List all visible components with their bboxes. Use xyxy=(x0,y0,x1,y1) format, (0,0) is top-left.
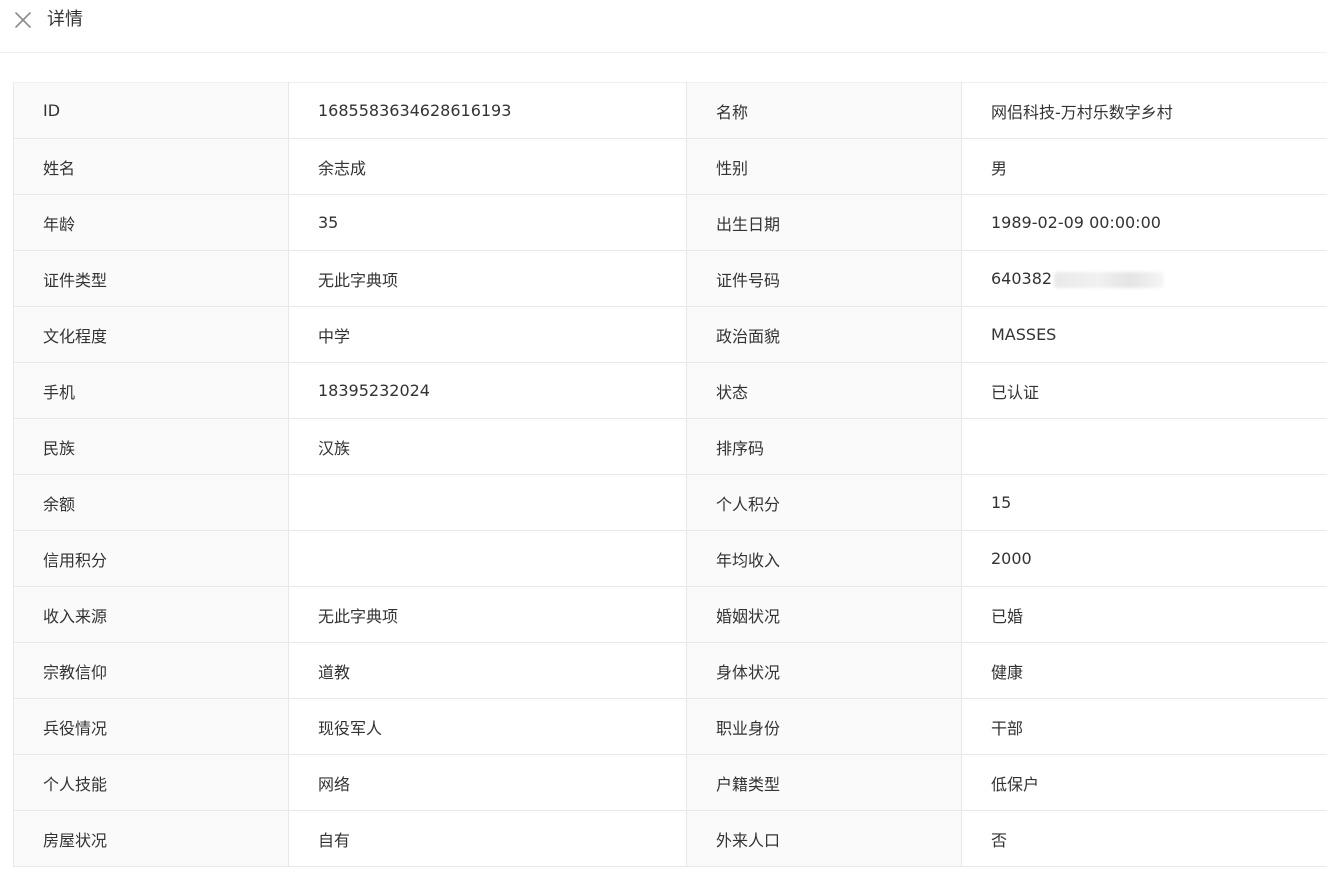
detail-content: ID 1685583634628616193 名称 网侣科技-万村乐数字乡村 姓… xyxy=(13,82,1327,867)
field-value: 已认证 xyxy=(961,362,1327,419)
field-value: 网侣科技-万村乐数字乡村 xyxy=(961,82,1327,139)
table-row: 宗教信仰 道教 身体状况 健康 xyxy=(13,642,1327,699)
field-label: 婚姻状况 xyxy=(686,586,962,643)
field-value: 否 xyxy=(961,810,1327,867)
field-value: 现役军人 xyxy=(288,698,687,755)
field-label: 证件号码 xyxy=(686,250,962,307)
field-label: 职业身份 xyxy=(686,698,962,755)
field-value: 中学 xyxy=(288,306,687,363)
masked-redaction xyxy=(1054,271,1165,288)
field-value: 2000 xyxy=(961,530,1327,587)
field-value xyxy=(288,530,687,587)
table-row: 手机 18395232024 状态 已认证 xyxy=(13,362,1327,419)
table-row: 个人技能 网络 户籍类型 低保户 xyxy=(13,754,1327,811)
field-label: 文化程度 xyxy=(13,306,289,363)
field-label: 户籍类型 xyxy=(686,754,962,811)
field-label: 证件类型 xyxy=(13,250,289,307)
field-value: 干部 xyxy=(961,698,1327,755)
field-value: 低保户 xyxy=(961,754,1327,811)
detail-drawer: 详情 ID 1685583634628616193 名称 网侣科技-万村乐数字乡… xyxy=(0,0,1327,869)
table-row: 房屋状况 自有 外来人口 否 xyxy=(13,810,1327,867)
field-label: 个人积分 xyxy=(686,474,962,531)
field-value: 网络 xyxy=(288,754,687,811)
drawer-header: 详情 xyxy=(0,0,1327,53)
field-label: ID xyxy=(13,82,289,139)
field-label: 手机 xyxy=(13,362,289,419)
field-label: 性别 xyxy=(686,138,962,195)
table-row: 证件类型 无此字典项 证件号码 640382 xyxy=(13,250,1327,307)
field-value: 18395232024 xyxy=(288,362,687,419)
field-label: 收入来源 xyxy=(13,586,289,643)
field-value: 15 xyxy=(961,474,1327,531)
field-label: 外来人口 xyxy=(686,810,962,867)
field-label: 信用积分 xyxy=(13,530,289,587)
field-value xyxy=(961,418,1327,475)
table-row: 民族 汉族 排序码 xyxy=(13,418,1327,475)
field-value xyxy=(288,474,687,531)
field-value: 健康 xyxy=(961,642,1327,699)
close-icon[interactable] xyxy=(14,11,32,29)
field-value: 自有 xyxy=(288,810,687,867)
id-number-value: 640382 xyxy=(961,250,1327,307)
field-label: 政治面貌 xyxy=(686,306,962,363)
table-row: 年龄 35 出生日期 1989-02-09 00:00:00 xyxy=(13,194,1327,251)
field-value: 男 xyxy=(961,138,1327,195)
drawer-title: 详情 xyxy=(47,9,83,30)
id-number-visible: 640382 xyxy=(991,269,1053,288)
field-value: 35 xyxy=(288,194,687,251)
field-value: 1989-02-09 00:00:00 xyxy=(961,194,1327,251)
field-label: 民族 xyxy=(13,418,289,475)
field-value: 汉族 xyxy=(288,418,687,475)
table-row: 信用积分 年均收入 2000 xyxy=(13,530,1327,587)
field-label: 身体状况 xyxy=(686,642,962,699)
field-value: 已婚 xyxy=(961,586,1327,643)
field-label: 姓名 xyxy=(13,138,289,195)
table-row: 余额 个人积分 15 xyxy=(13,474,1327,531)
detail-table: ID 1685583634628616193 名称 网侣科技-万村乐数字乡村 姓… xyxy=(13,82,1327,867)
field-label: 个人技能 xyxy=(13,754,289,811)
field-label: 出生日期 xyxy=(686,194,962,251)
field-label: 房屋状况 xyxy=(13,810,289,867)
field-value: 1685583634628616193 xyxy=(288,82,687,139)
table-row: 文化程度 中学 政治面貌 MASSES xyxy=(13,306,1327,363)
field-value: 无此字典项 xyxy=(288,250,687,307)
field-value: 余志成 xyxy=(288,138,687,195)
field-label: 排序码 xyxy=(686,418,962,475)
field-value: 道教 xyxy=(288,642,687,699)
field-value: MASSES xyxy=(961,306,1327,363)
field-label: 年龄 xyxy=(13,194,289,251)
field-label: 年均收入 xyxy=(686,530,962,587)
table-row: ID 1685583634628616193 名称 网侣科技-万村乐数字乡村 xyxy=(13,82,1327,139)
table-row: 兵役情况 现役军人 职业身份 干部 xyxy=(13,698,1327,755)
field-label: 余额 xyxy=(13,474,289,531)
table-row: 收入来源 无此字典项 婚姻状况 已婚 xyxy=(13,586,1327,643)
field-value: 无此字典项 xyxy=(288,586,687,643)
field-label: 状态 xyxy=(686,362,962,419)
field-label: 名称 xyxy=(686,82,962,139)
field-label: 兵役情况 xyxy=(13,698,289,755)
table-row: 姓名 余志成 性别 男 xyxy=(13,138,1327,195)
field-label: 宗教信仰 xyxy=(13,642,289,699)
